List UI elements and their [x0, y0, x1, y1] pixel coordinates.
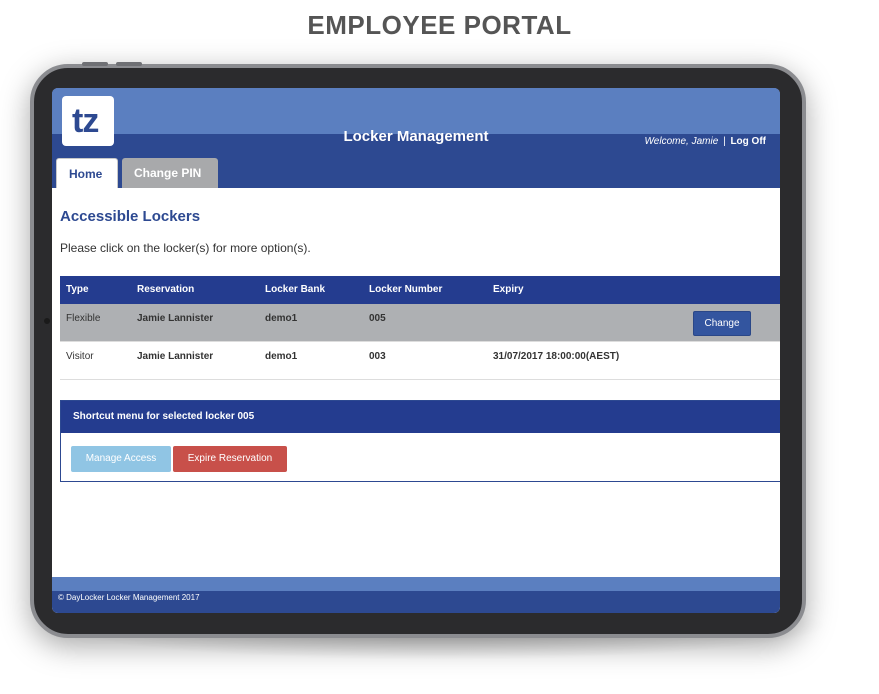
- tablet-button: [116, 62, 142, 66]
- logoff-link[interactable]: Log Off: [730, 136, 766, 147]
- cell-expiry: 31/07/2017 18:00:00(AEST): [493, 351, 620, 362]
- section-title: Accessible Lockers: [60, 208, 201, 225]
- table-row[interactable]: Flexible Jamie Lannister demo1 005 Chang…: [60, 304, 780, 342]
- cell-locker-number: 003: [369, 351, 386, 362]
- tab-home[interactable]: Home: [56, 158, 118, 188]
- instructions-text: Please click on the locker(s) for more o…: [60, 241, 311, 255]
- shortcut-title: Shortcut menu for selected locker 005: [61, 401, 780, 433]
- lockers-table: Type Reservation Locker Bank Locker Numb…: [60, 276, 780, 380]
- app-header: tz Locker Management Welcome, Jamie | Lo…: [52, 88, 780, 188]
- app-screen: tz Locker Management Welcome, Jamie | Lo…: [52, 88, 780, 613]
- cell-locker-number: 005: [369, 313, 386, 324]
- cell-type: Visitor: [66, 351, 94, 362]
- footer-band: [52, 577, 780, 591]
- expire-reservation-button[interactable]: Expire Reservation: [173, 446, 287, 472]
- cell-reservation: Jamie Lannister: [137, 351, 214, 362]
- user-info: Welcome, Jamie | Log Off: [645, 136, 766, 147]
- shortcut-panel: Shortcut menu for selected locker 005 Ma…: [60, 400, 780, 482]
- cell-locker-bank: demo1: [265, 351, 298, 362]
- header-reservation: Reservation: [137, 284, 195, 295]
- tablet-button: [82, 62, 108, 66]
- tab-change-pin[interactable]: Change PIN: [122, 158, 218, 188]
- table-row[interactable]: Visitor Jamie Lannister demo1 003 31/07/…: [60, 342, 780, 380]
- change-button[interactable]: Change: [693, 311, 751, 336]
- header-locker-bank: Locker Bank: [265, 284, 326, 295]
- cell-type: Flexible: [66, 313, 101, 324]
- footer-text: © DayLocker Locker Management 2017: [58, 593, 200, 602]
- footer: © DayLocker Locker Management 2017: [52, 591, 780, 613]
- welcome-text: Welcome, Jamie: [644, 136, 719, 147]
- table-header: Type Reservation Locker Bank Locker Numb…: [60, 276, 780, 304]
- cell-locker-bank: demo1: [265, 313, 298, 324]
- header-expiry: Expiry: [493, 284, 524, 295]
- header-type: Type: [66, 284, 89, 295]
- cell-reservation: Jamie Lannister: [137, 313, 214, 324]
- page-title: EMPLOYEE PORTAL: [307, 10, 572, 40]
- manage-access-button[interactable]: Manage Access: [71, 446, 171, 472]
- camera-dot: [44, 318, 50, 324]
- header-locker-number: Locker Number: [369, 284, 443, 295]
- separator: |: [723, 136, 726, 147]
